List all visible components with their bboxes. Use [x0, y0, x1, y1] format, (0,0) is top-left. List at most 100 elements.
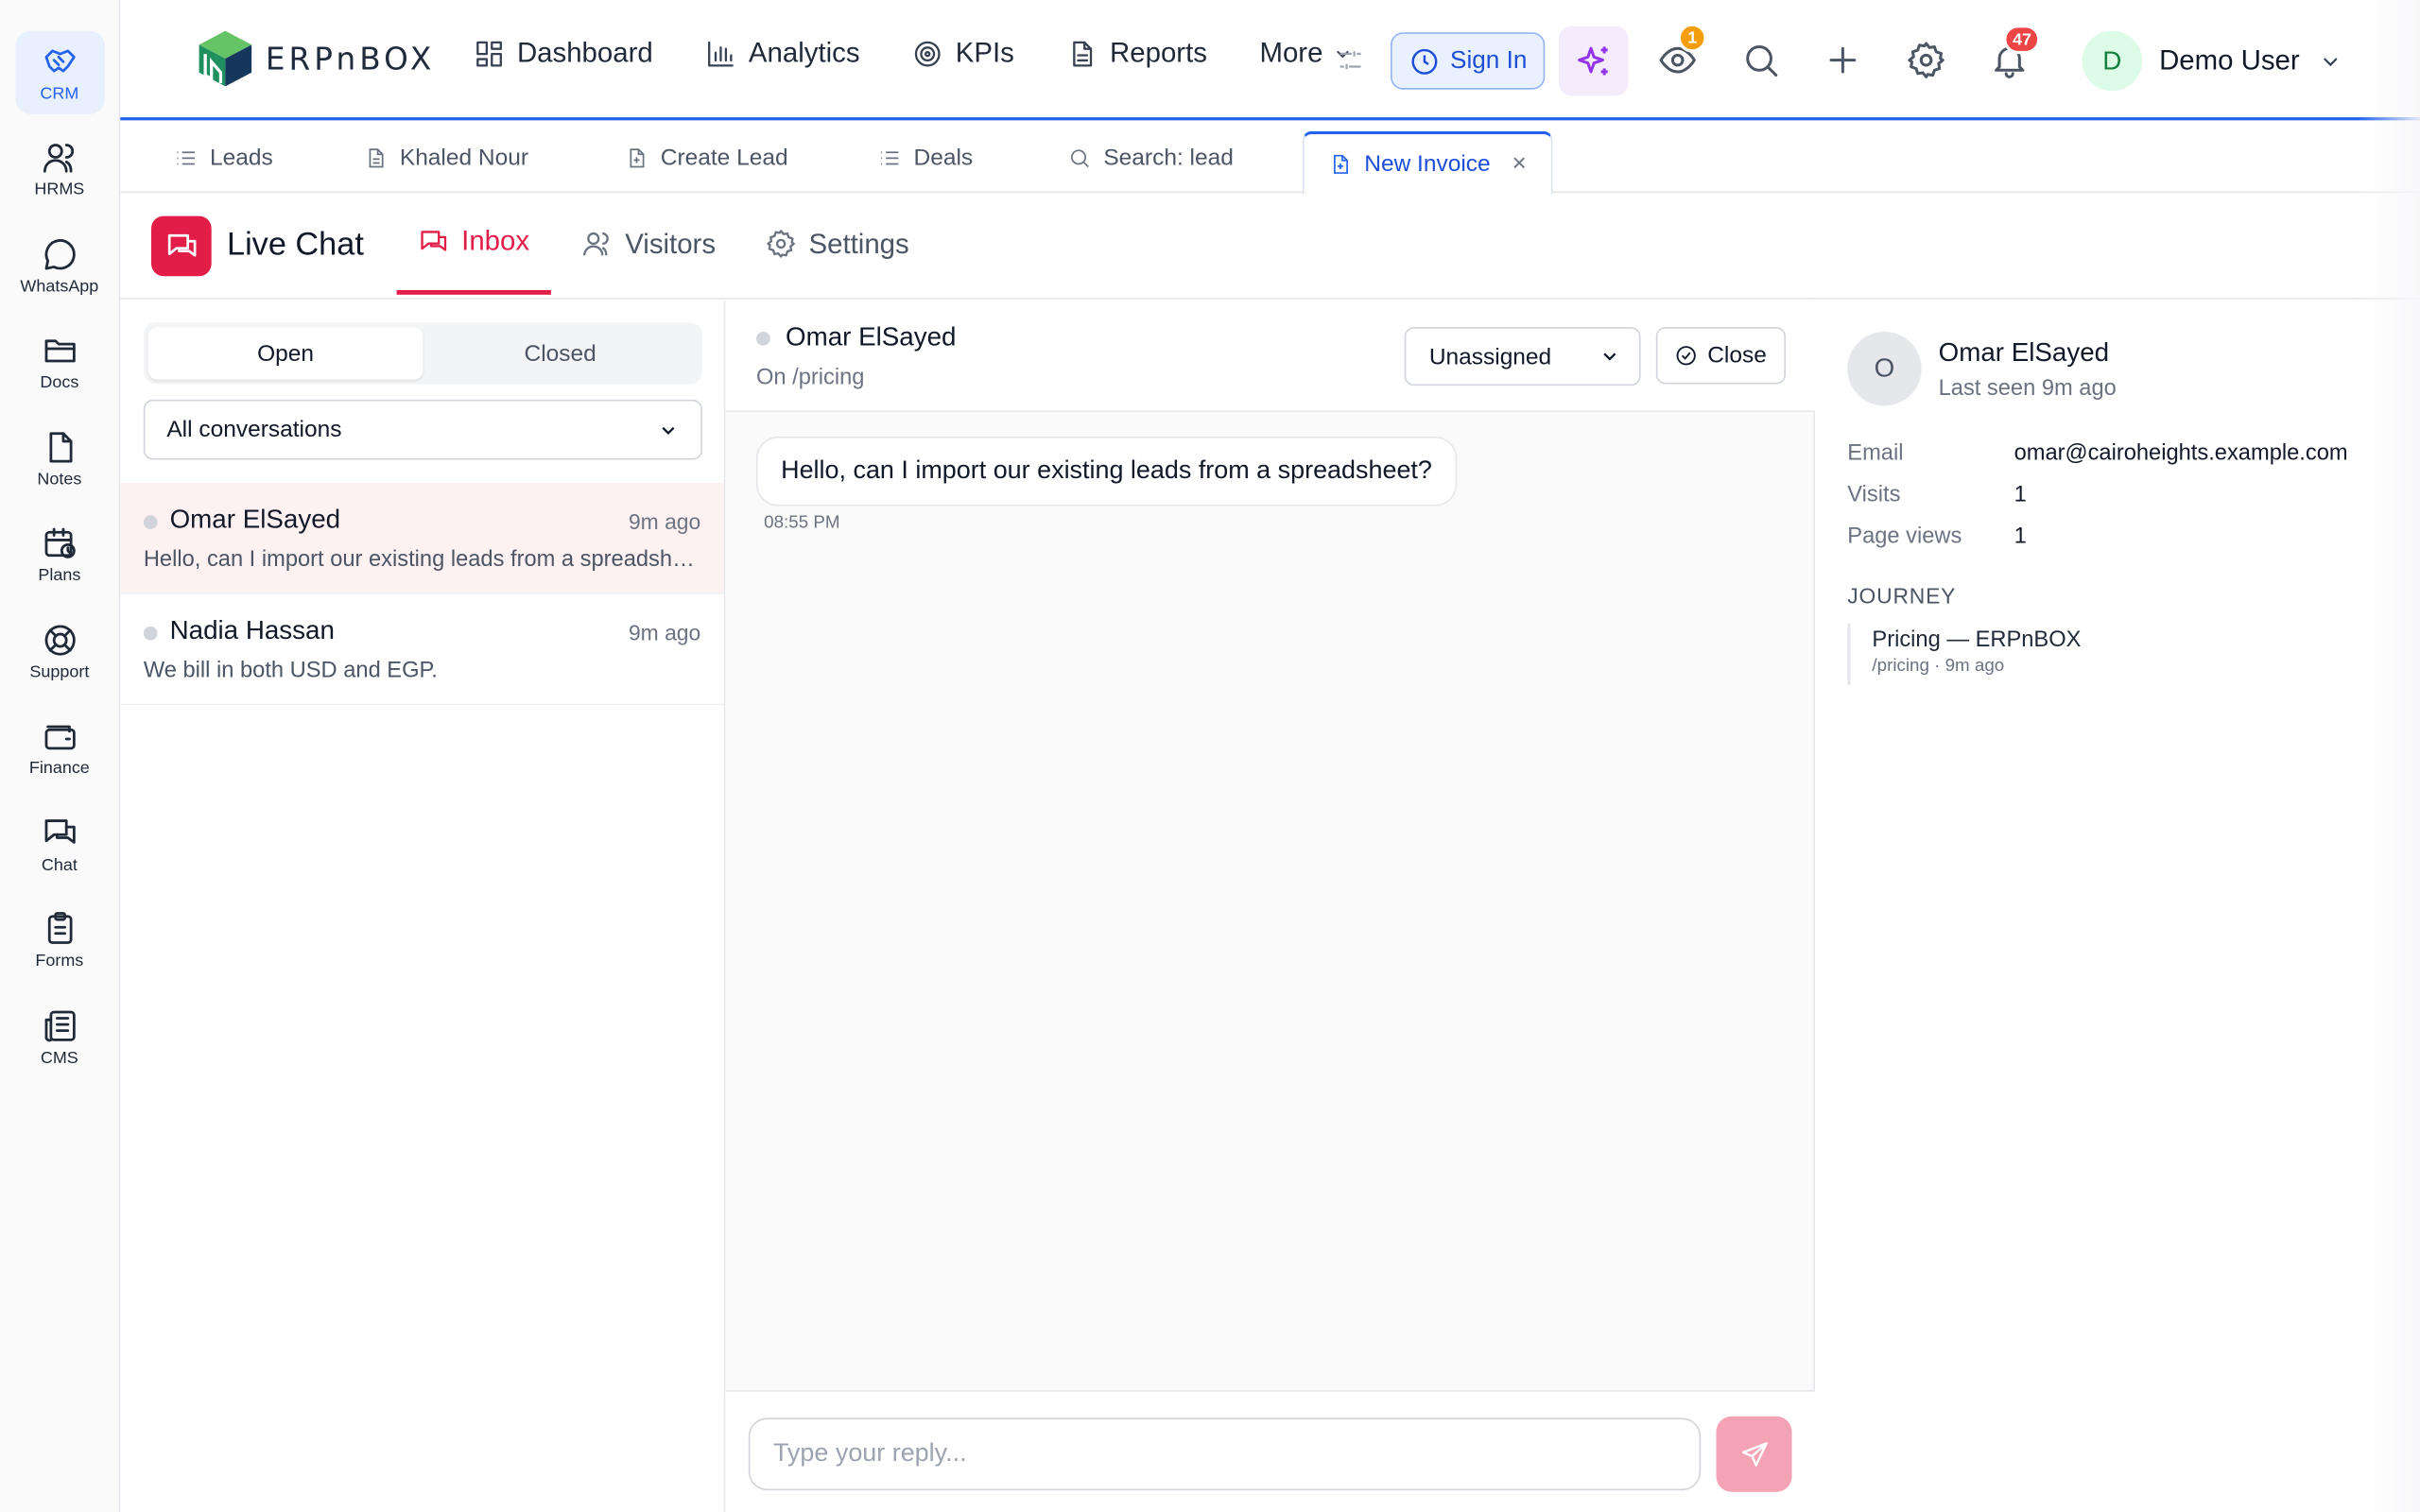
list-icon: [177, 151, 195, 165]
tab-create-lead[interactable]: Create Lead: [625, 124, 788, 193]
notifications-button[interactable]: 47: [1989, 25, 2041, 79]
send-button[interactable]: [1716, 1416, 1792, 1492]
cube-logo-icon: [199, 30, 252, 87]
nav-analytics[interactable]: Analytics: [705, 37, 860, 69]
user-name: Demo User: [2159, 44, 2300, 76]
rail-item-finance[interactable]: Finance: [15, 706, 105, 789]
rail-item-plans[interactable]: Plans: [15, 513, 105, 596]
conversation-preview: We bill in both USD and EGP.: [143, 659, 438, 684]
conversation-name: Nadia Hassan: [169, 615, 335, 645]
conversation-filter-select[interactable]: All conversations: [143, 399, 702, 460]
chevron-down-icon: [2324, 57, 2338, 66]
field-label: Visits: [1847, 483, 1901, 508]
conversation-name: Omar ElSayed: [169, 504, 341, 534]
chat-header: Omar ElSayed On /pricing Unassigned Clos…: [725, 301, 1815, 412]
message-time: 08:55 PM: [764, 513, 840, 533]
tab-new-invoice[interactable]: New Invoice ×: [1302, 130, 1553, 195]
segment-open[interactable]: Open: [147, 327, 424, 380]
tab-inbox[interactable]: Inbox: [396, 193, 551, 295]
users-icon: [583, 232, 609, 256]
clipboard-icon: [47, 912, 72, 944]
tab-search-lead[interactable]: Search: lead: [1068, 124, 1234, 193]
close-tab-icon[interactable]: ×: [1512, 150, 1527, 178]
tab-label: Search: lead: [1103, 145, 1234, 172]
rail-item-forms[interactable]: Forms: [15, 899, 105, 982]
assignee-select[interactable]: Unassigned: [1404, 327, 1641, 387]
rail-label: Chat: [41, 855, 78, 874]
journey-item: Pricing — ERPnBOX /pricing · 9m ago: [1847, 623, 2082, 685]
module-rail: CRM HRMS WhatsApp Docs Notes Plans Suppo…: [0, 0, 121, 1512]
brand-logo[interactable]: ERPnBOX: [195, 27, 436, 89]
tab-label: Leads: [210, 145, 273, 172]
tab-deals[interactable]: Deals: [878, 124, 973, 193]
tab-label: Khaled Nour: [399, 145, 529, 172]
nav-reports[interactable]: Reports: [1066, 37, 1207, 69]
close-conversation-button[interactable]: Close: [1655, 327, 1786, 385]
calendar-clock-icon: [43, 527, 75, 558]
tab-settings[interactable]: Settings: [766, 193, 909, 295]
search-icon: [1746, 45, 1778, 77]
conversation-item[interactable]: Omar ElSayed 9m ago Hello, can I import …: [120, 483, 724, 594]
module-header: Live Chat Inbox Visitors Settings: [120, 193, 2420, 300]
nav-label: More: [1259, 37, 1323, 68]
logo-wordmark: ERPnBOX: [265, 40, 436, 77]
rail-item-notes[interactable]: Notes: [15, 417, 105, 500]
reply-input[interactable]: [748, 1418, 1702, 1491]
list-icon: [881, 151, 899, 165]
rail-item-hrms[interactable]: HRMS: [15, 128, 105, 211]
ai-assistant-button[interactable]: [1558, 26, 1629, 96]
tab-leads[interactable]: Leads: [174, 124, 273, 193]
nav-label: Dashboard: [516, 37, 653, 68]
rail-label: CRM: [40, 83, 79, 103]
chat-contact-name: Omar ElSayed: [786, 322, 957, 352]
avatar: D: [2082, 30, 2143, 92]
tab-khaled-nour[interactable]: Khaled Nour: [364, 124, 528, 193]
chat-panel: Omar ElSayed On /pricing Unassigned Clos…: [725, 301, 1815, 1512]
rail-label: Docs: [40, 373, 79, 392]
chat-location: On /pricing: [755, 365, 865, 391]
watch-button[interactable]: 1: [1657, 23, 1707, 79]
sign-in-button[interactable]: Sign In: [1391, 32, 1546, 90]
clock-icon: [1410, 48, 1437, 74]
segment-closed[interactable]: Closed: [423, 327, 698, 380]
conversation-list-panel: Open Closed All conversations Omar ElSay…: [120, 301, 726, 1512]
rail-item-chat[interactable]: Chat: [15, 802, 105, 885]
status-dot: [143, 626, 158, 641]
tab-label: Create Lead: [660, 145, 788, 172]
tab-visitors[interactable]: Visitors: [582, 193, 717, 295]
nav-label: KPIs: [955, 37, 1014, 68]
nav-dashboard[interactable]: Dashboard: [474, 37, 653, 69]
nav-kpis[interactable]: KPIs: [912, 37, 1014, 69]
conversation-item[interactable]: Nadia Hassan 9m ago We bill in both USD …: [120, 594, 724, 706]
journey-title: Pricing — ERPnBOX: [1872, 627, 2082, 653]
search-button[interactable]: [1741, 40, 1781, 79]
settings-button[interactable]: [1906, 40, 1945, 79]
user-menu[interactable]: D Demo User: [2082, 30, 2342, 92]
rail-item-cms[interactable]: CMS: [15, 995, 105, 1078]
check-circle-icon: [1677, 346, 1697, 366]
conversation-time: 9m ago: [628, 620, 701, 645]
sparkles-icon: [1577, 45, 1607, 75]
chevron-down-icon: [1603, 352, 1616, 361]
rail-item-crm[interactable]: CRM: [14, 30, 105, 114]
field-value: 1: [2014, 483, 2027, 508]
close-label: Close: [1707, 342, 1767, 369]
tab-label: Visitors: [625, 227, 717, 259]
add-button[interactable]: [1823, 40, 1862, 79]
status-segmented-control: Open Closed: [143, 322, 702, 385]
live-chat-logo: [150, 215, 212, 277]
page-title: Live Chat: [226, 226, 364, 263]
notifications-badge: 47: [2003, 25, 2041, 55]
plus-icon: [1829, 46, 1857, 74]
tab-label: New Invoice: [1364, 150, 1491, 178]
rail-item-support[interactable]: Support: [15, 610, 105, 693]
conversation-preview: Hello, can I import our existing leads f…: [143, 547, 700, 573]
sliders-icon[interactable]: [1335, 44, 1366, 76]
newspaper-icon: [43, 1009, 75, 1041]
field-value: 1: [2014, 524, 2027, 550]
rail-label: Support: [29, 662, 90, 681]
rail-item-docs[interactable]: Docs: [15, 320, 105, 404]
rail-item-whatsapp[interactable]: WhatsApp: [15, 224, 105, 307]
folder-icon: [43, 339, 75, 363]
messages-icon: [43, 818, 75, 843]
